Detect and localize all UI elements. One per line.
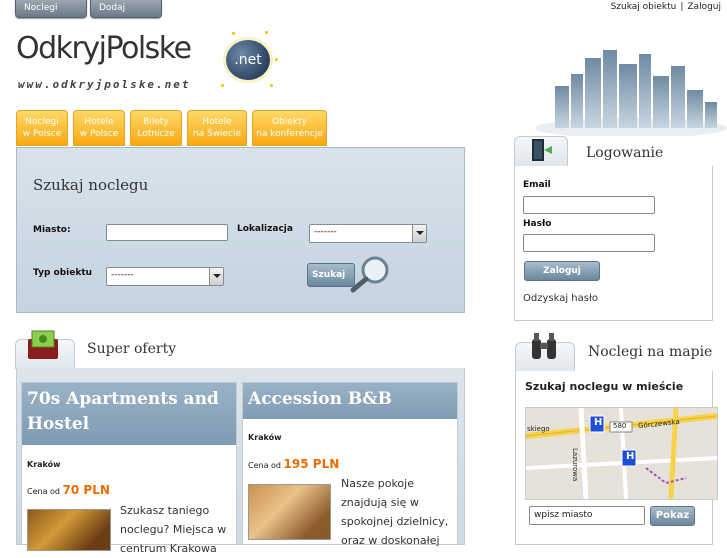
location-label: Lokalizacja <box>237 224 293 234</box>
city-input[interactable] <box>106 224 228 241</box>
map-subtitle: Szukaj noclegu w mieście <box>525 380 684 393</box>
chevron-down-icon <box>209 268 223 285</box>
city-skyline-illustration <box>535 50 727 136</box>
map-street-label: Lazurowa <box>571 448 579 482</box>
offer-description: Szukasz taniego noclegu? Miejsca w centr… <box>120 504 227 555</box>
nav-button-noclegi[interactable]: Noclegi <box>15 0 87 18</box>
location-select[interactable]: ------- <box>309 224 427 243</box>
email-label: Email <box>523 180 551 190</box>
city-label: Miasto: <box>33 225 71 235</box>
offer-photo[interactable] <box>248 484 331 540</box>
offer-title[interactable]: Accession B&B <box>243 383 457 419</box>
sun-ray-icon <box>265 31 268 34</box>
search-title: Szukaj noclegu <box>33 176 149 194</box>
top-links: Szukaj obiektu | Zaloguj <box>610 2 721 12</box>
link-zaloguj[interactable]: Zaloguj <box>687 2 721 12</box>
money-icon <box>28 330 58 359</box>
type-select-value: ------- <box>111 270 134 280</box>
city-map[interactable]: H H 580 Górczewska skiego Lazurowa <box>525 407 718 500</box>
site-logo[interactable]: OdkryjPolske <box>16 31 192 66</box>
binoculars-icon <box>532 333 556 359</box>
tab-bilety-lotnicze[interactable]: Bilety Lotnicze <box>130 110 182 146</box>
map-city-input[interactable]: wpisz miasto <box>529 506 645 525</box>
offer-city: Kraków <box>248 433 282 442</box>
tab-obiekty-na-konferencje[interactable]: Obiekty na konferencje <box>252 110 327 146</box>
link-szukaj-obiektu[interactable]: Szukaj obiektu <box>611 2 677 12</box>
offer-title[interactable]: 70s Apartments and Hostel <box>22 383 236 445</box>
type-select[interactable]: ------- <box>106 267 224 286</box>
tab-noclegi-w-polsce[interactable]: Noclegi w Polsce <box>16 110 68 146</box>
sun-ray-icon <box>232 32 235 35</box>
map-show-button[interactable]: Pokaz <box>650 506 695 526</box>
search-panel: Szukaj noclegu Miasto: Lokalizacja -----… <box>16 147 465 313</box>
offers-title: Super oferty <box>87 341 177 357</box>
login-title: Logowanie <box>586 145 664 161</box>
offer-card[interactable]: Accession B&B Kraków Cena od 195 PLN Nas… <box>242 382 458 547</box>
offer-price: Cena od 195 PLN <box>248 457 340 471</box>
offer-description: Nasze pokoje znajdują się w spokojnej dz… <box>341 477 449 547</box>
sun-ray-icon <box>221 84 224 87</box>
tab-hotele-w-polsce[interactable]: Hotele w Polsce <box>73 110 125 146</box>
hotel-marker-icon[interactable]: H <box>626 451 634 462</box>
nav-button-dodaj-obiekt[interactable]: Dodaj obiekt <box>90 0 162 29</box>
type-label: Typ obiektu <box>33 268 93 278</box>
logo-text: OdkryjPolske <box>16 31 192 66</box>
sun-ray-icon <box>270 84 273 87</box>
logo-tld: .net <box>234 52 262 68</box>
magnifier-icon[interactable] <box>347 254 395 294</box>
hotel-marker-icon[interactable]: H <box>594 417 602 428</box>
location-select-value: ------- <box>314 227 337 237</box>
map-title: Noclegi na mapie <box>588 344 713 360</box>
logo-subtitle: www.odkryjpolske.net <box>18 78 191 91</box>
login-button[interactable]: Zaloguj <box>524 261 600 281</box>
recover-password-link[interactable]: Odzyskaj hasło <box>523 293 598 304</box>
offer-city: Kraków <box>27 460 61 469</box>
map-street-label: skiego <box>527 425 550 433</box>
tab-hotele-na-swiecie[interactable]: Hotele na Świecie <box>187 110 247 146</box>
door-login-icon <box>532 139 552 161</box>
offer-price: Cena od 70 PLN <box>27 483 110 497</box>
globe-icon: .net <box>226 40 270 80</box>
password-field[interactable] <box>523 234 655 252</box>
login-box: Email Hasło Zaloguj Odzyskaj hasło <box>514 166 713 321</box>
sun-ray-icon <box>275 58 278 61</box>
map-road-number: 580 <box>613 422 627 430</box>
chevron-down-icon <box>412 225 426 242</box>
offer-card[interactable]: 70s Apartments and Hostel Kraków Cena od… <box>21 382 237 555</box>
password-label: Hasło <box>523 219 552 229</box>
email-field[interactable] <box>523 196 655 214</box>
